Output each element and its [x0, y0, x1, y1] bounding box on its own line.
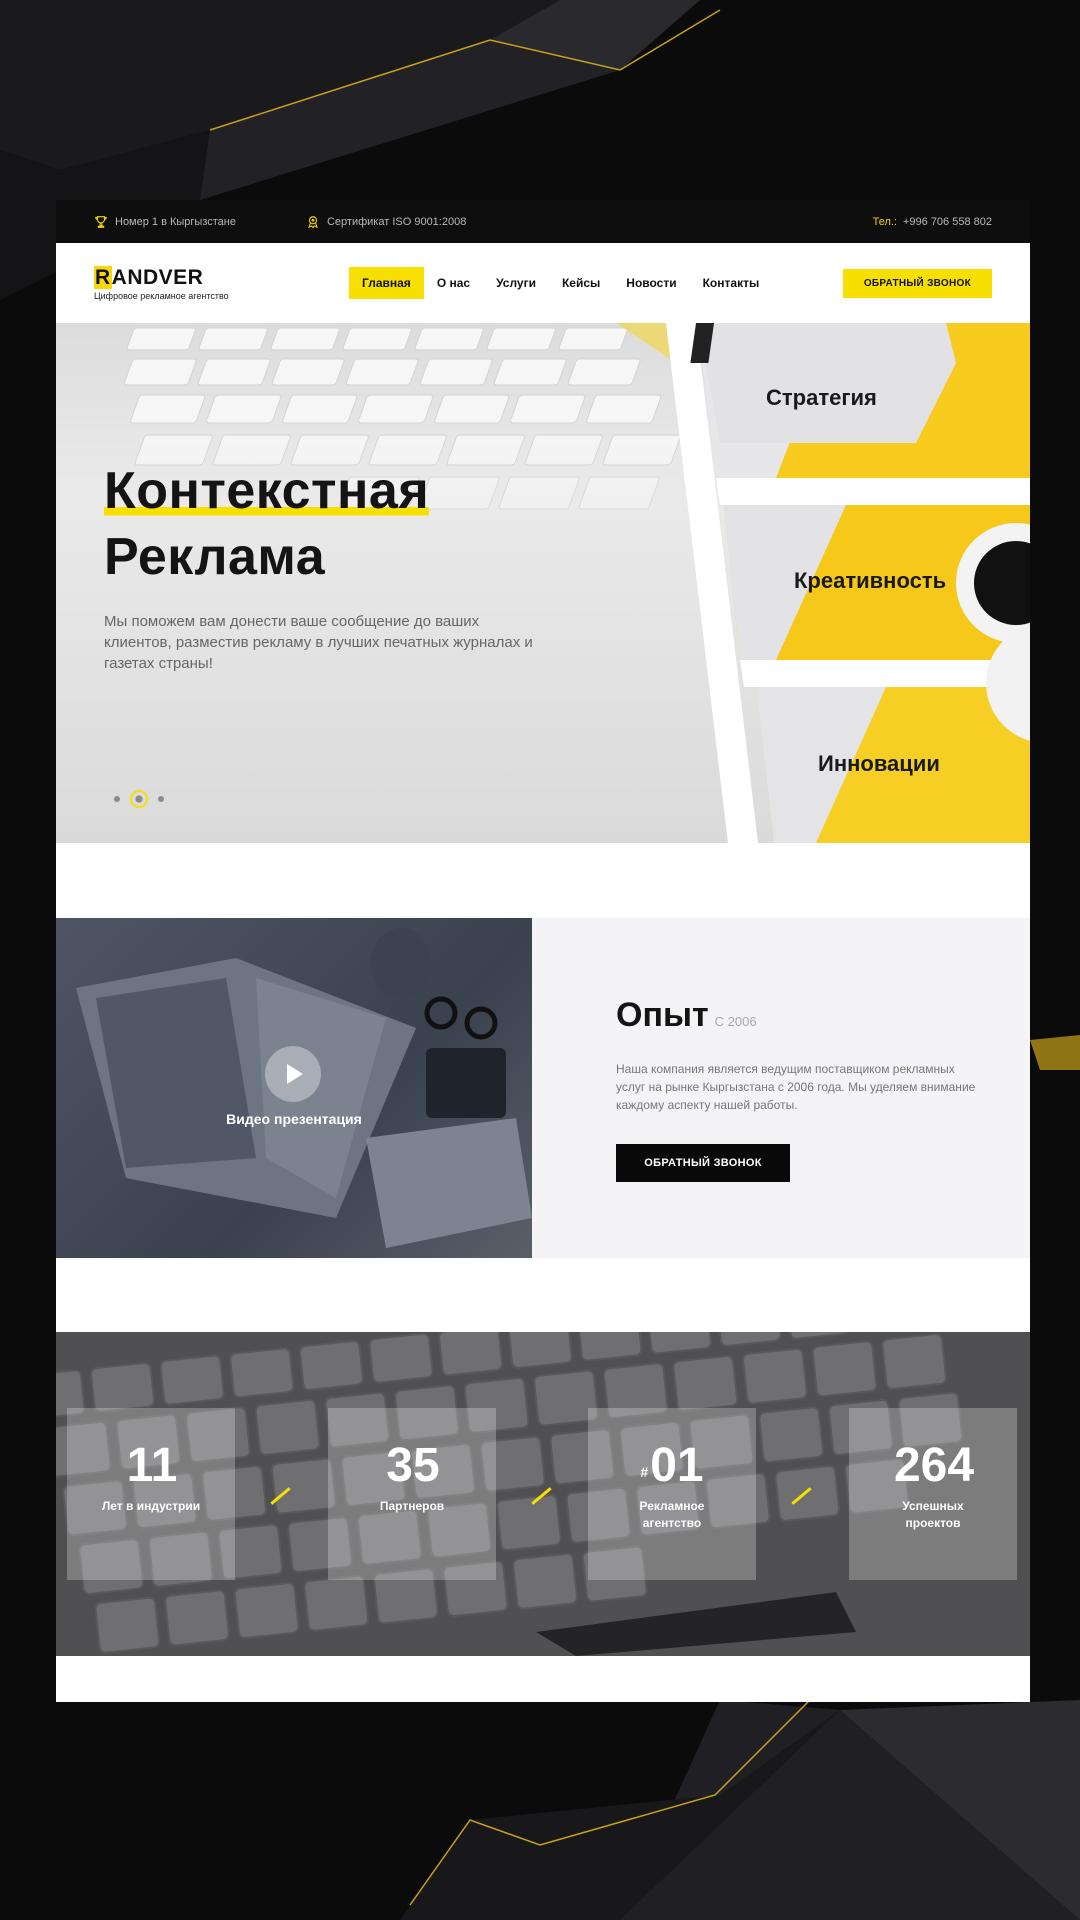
topbar-phone[interactable]: Тел.: +996 706 558 802 [873, 216, 992, 228]
stat-partners-value: 35 [328, 1440, 496, 1492]
panel-label-strategy: Стратегия [766, 385, 877, 410]
nav-item-services[interactable]: Услуги [483, 267, 549, 299]
stat-projects-value: 264 [849, 1440, 1017, 1492]
stat-partners: 35 Партнеров [328, 1408, 496, 1580]
stat-projects: 264 Успешных проектов [849, 1408, 1017, 1580]
experience-text: Наша компания является ведущим поставщик… [616, 1062, 976, 1112]
stat-rank-label: Рекламное агентство [639, 1499, 705, 1530]
experience-since: С 2006 [714, 1014, 757, 1029]
site-header: RANDVER Цифровое рекламное агентство Гла… [56, 243, 1030, 323]
nav-item-contacts[interactable]: Контакты [690, 267, 773, 299]
topbar-iso-text: Сертификат ISO 9001:2008 [326, 215, 467, 228]
logo-rest: ANDVER [111, 265, 204, 289]
stat-years-value: 11 [67, 1440, 235, 1492]
stat-rank-number: 01 [650, 1439, 704, 1492]
stat-rank-prefix: # [640, 1464, 649, 1480]
award-icon [308, 215, 318, 229]
nav-item-home[interactable]: Главная [349, 267, 424, 299]
nav-item-news[interactable]: Новости [613, 267, 689, 299]
panel-label-innovation: Инновации [818, 751, 940, 776]
play-button[interactable] [265, 1046, 321, 1102]
trophy-icon [95, 215, 107, 228]
stat-years-number: 11 [126, 1439, 178, 1492]
stat-rank: #01 Рекламное агентство [588, 1408, 756, 1580]
footer-spacer [56, 1656, 1030, 1702]
top-bar: Номер 1 в Кыргызстане Сертификат ISO 900… [56, 200, 1030, 243]
video-presentation[interactable]: Видео презентация [56, 918, 532, 1258]
video-label: Видео презентация [226, 1111, 362, 1127]
stat-partners-label: Партнеров [379, 1499, 445, 1513]
topbar-item-rank: Номер 1 в Кыргызстане [94, 215, 236, 229]
stat-rank-value: #01 [588, 1440, 756, 1492]
experience-title-text: Опыт [616, 996, 709, 1034]
topbar-item-iso: Сертификат ISO 9001:2008 [306, 215, 466, 229]
topbar-rank-text: Номер 1 в Кыргызстане [115, 215, 236, 228]
hero-slider: Контекстная Реклама Мы поможем вам донес… [56, 323, 1030, 843]
play-icon [287, 1064, 303, 1084]
stats-section: 11 Лет в индустрии 35 Партнеров #01 Рекл… [56, 1332, 1030, 1656]
stat-years-label: Лет в индустрии [101, 1499, 201, 1513]
nav-item-about[interactable]: О нас [424, 267, 483, 299]
panel-label-creativity: Креативность [794, 568, 947, 593]
logo-tagline: Цифровое рекламное агентство [94, 290, 229, 301]
stat-projects-number: 264 [893, 1439, 975, 1492]
experience-section: Видео презентация Опыт С 2006 Наша компан… [56, 918, 1030, 1258]
main-nav: Главная О нас Услуги Кейсы Новости Конта… [349, 267, 772, 299]
logo-wordmark: RANDVER [94, 265, 264, 290]
logo-first-letter: R [94, 265, 112, 289]
experience-title: Опыт С 2006 [616, 996, 757, 1035]
nav-item-cases[interactable]: Кейсы [549, 267, 613, 299]
logo[interactable]: RANDVER Цифровое рекламное агентство [94, 265, 264, 301]
stat-years: 11 Лет в индустрии [67, 1408, 235, 1580]
stat-projects-label: Успешных проектов [902, 1499, 964, 1530]
phone-label: Тел.: [872, 215, 897, 228]
phone-number[interactable]: +996 706 558 802 [903, 216, 992, 228]
section-spacer-2 [56, 1258, 1030, 1332]
callback-button-header[interactable]: ОБРАТНЫЙ ЗВОНОК [842, 268, 992, 298]
callback-button[interactable]: ОБРАТНЫЙ ЗВОНОК [616, 1144, 790, 1182]
section-spacer [56, 843, 1030, 918]
stat-partners-number: 35 [386, 1439, 440, 1492]
